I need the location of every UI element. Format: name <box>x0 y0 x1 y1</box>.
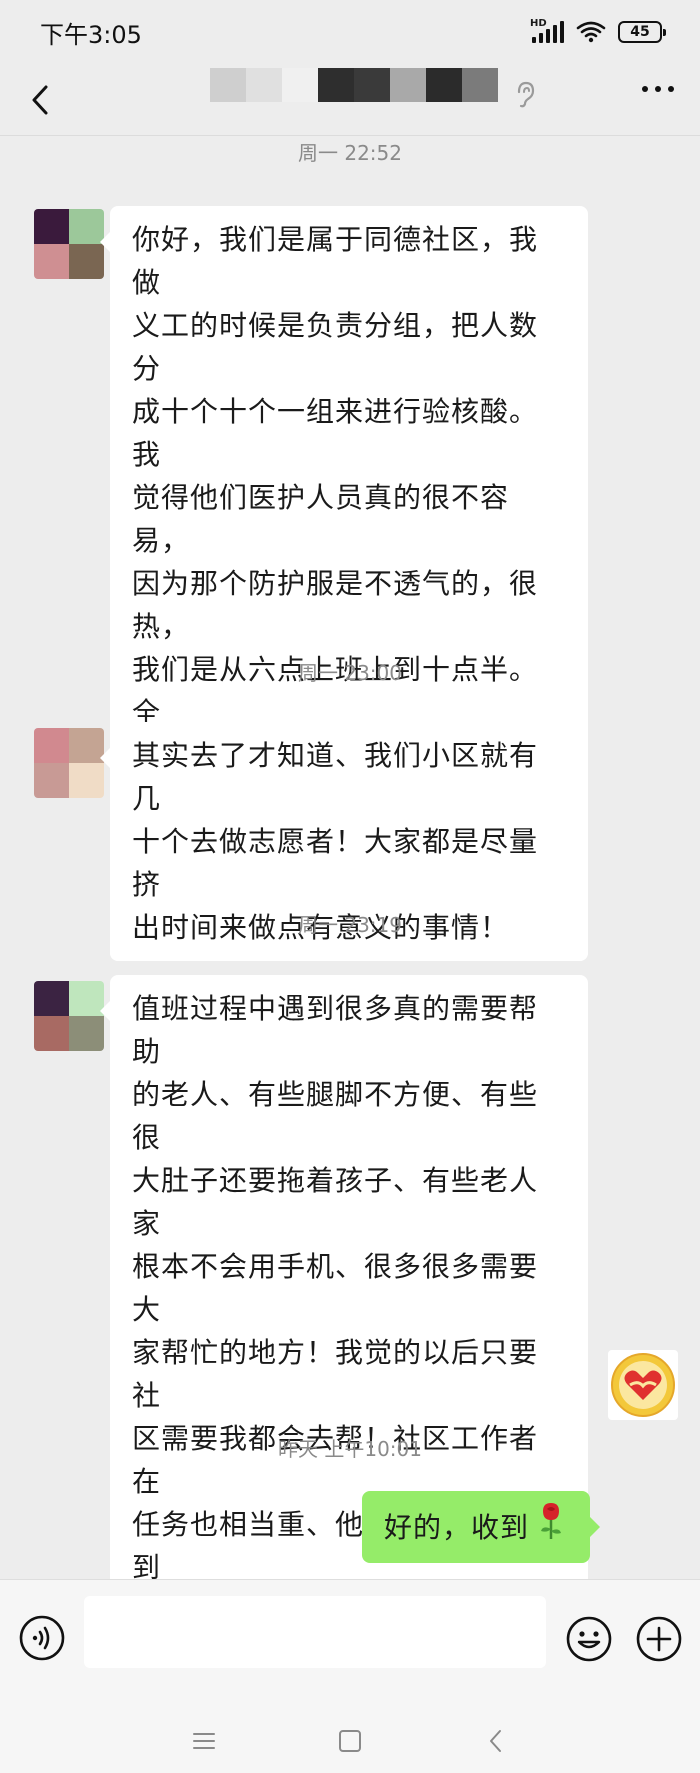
system-nav-bar <box>0 1711 700 1773</box>
message-line: 的老人、有些腿脚不方便、有些很 <box>132 1078 539 1154</box>
avatar-pixel <box>69 981 104 1016</box>
more-button[interactable] <box>642 86 674 92</box>
emoji-button[interactable] <box>564 1614 614 1664</box>
avatar-pixel <box>69 209 104 244</box>
battery-level: 45 <box>630 24 650 40</box>
message-line: 成十个十个一组来进行验核酸。我 <box>132 395 539 471</box>
title-blur-pixel <box>210 68 246 102</box>
message-line: 值班过程中遇到很多真的需要帮助 <box>132 992 539 1068</box>
avatar-pixel <box>69 728 104 763</box>
title-blur-pixel <box>282 68 318 102</box>
volunteer-logo-icon <box>611 1353 675 1417</box>
message-line: 家帮忙的地方！我觉的以后只要社 <box>132 1336 539 1412</box>
avatar-pixel <box>69 1016 104 1051</box>
message-text: 好的，收到 <box>384 1510 530 1544</box>
avatar-pixel <box>34 209 69 244</box>
timestamp: 周一 23:19 <box>298 913 402 937</box>
divider <box>0 1691 700 1711</box>
my-avatar[interactable] <box>608 1350 678 1420</box>
avatar-pixel <box>34 763 69 798</box>
title-blur-pixel <box>462 68 498 102</box>
status-time: 下午3:05 <box>40 20 142 49</box>
avatar-pixel <box>69 763 104 798</box>
system-back-button[interactable] <box>476 1721 516 1761</box>
voice-icon <box>19 1615 65 1661</box>
home-button[interactable] <box>330 1721 370 1761</box>
voice-button[interactable] <box>18 1614 66 1662</box>
message-line: 觉得他们医护人员真的很不容易， <box>132 481 510 557</box>
my-message-bubble[interactable]: 好的，收到 <box>362 1491 600 1563</box>
message-line: 根本不会用手机、很多很多需要大 <box>132 1250 539 1326</box>
avatar[interactable] <box>34 728 104 798</box>
chat-title-blurred <box>210 68 498 102</box>
menu-button[interactable] <box>184 1721 224 1761</box>
message-line: 你好，我们是属于同德社区，我做 <box>132 223 539 299</box>
more-icon <box>642 86 648 92</box>
plus-button[interactable] <box>634 1614 684 1664</box>
message-input[interactable] <box>84 1596 546 1668</box>
title-blur-pixel <box>246 68 282 102</box>
avatar[interactable] <box>34 209 104 279</box>
message-line: 因为那个防护服是不透气的，很热， <box>132 567 539 643</box>
title-blur-pixel <box>318 68 354 102</box>
timestamp: 周一 23:00 <box>298 661 402 685</box>
avatar-pixel <box>34 244 69 279</box>
message-line: 大肚子还要拖着孩子、有些老人家 <box>132 1164 539 1240</box>
message-line: 义工的时候是负责分组，把人数分 <box>132 309 539 385</box>
message-line: 其实去了才知道、我们小区就有几 <box>132 739 539 815</box>
title-blur-pixel <box>390 68 426 102</box>
wifi-icon <box>576 21 606 43</box>
message-line: 十个去做志愿者！大家都是尽量挤 <box>132 825 539 901</box>
ear-icon <box>517 81 535 108</box>
title-blur-pixel <box>426 68 462 102</box>
chevron-left-icon <box>32 85 48 115</box>
title-blur-pixel <box>354 68 390 102</box>
avatar-pixel <box>34 1016 69 1051</box>
avatar-pixel <box>69 244 104 279</box>
network-label: HD <box>530 18 547 29</box>
menu-icon <box>193 1733 215 1749</box>
battery-icon: 45 <box>618 21 666 43</box>
status-icons: HD 45 <box>530 18 666 44</box>
plus-icon <box>636 1616 682 1662</box>
avatar[interactable] <box>34 981 104 1051</box>
timestamp: 昨天 上午10:01 <box>278 1437 422 1461</box>
timestamp: 周一 22:52 <box>298 141 402 165</box>
status-bar: 下午3:05 HD 45 <box>0 0 700 64</box>
home-square-icon <box>339 1730 361 1752</box>
chat-area[interactable]: 周一 22:52 你好，我们是属于同德社区，我做 义工的时候是负责分组，把人数分成… <box>0 137 700 1730</box>
avatar-pixel <box>34 981 69 1016</box>
emoji-icon <box>566 1616 612 1662</box>
signal-icon: HD <box>530 18 564 43</box>
input-bar <box>0 1579 700 1691</box>
back-button[interactable] <box>18 78 62 122</box>
back-triangle-icon <box>490 1730 501 1752</box>
avatar-pixel <box>34 728 69 763</box>
rose-icon <box>537 1501 565 1553</box>
chat-header <box>0 64 700 136</box>
